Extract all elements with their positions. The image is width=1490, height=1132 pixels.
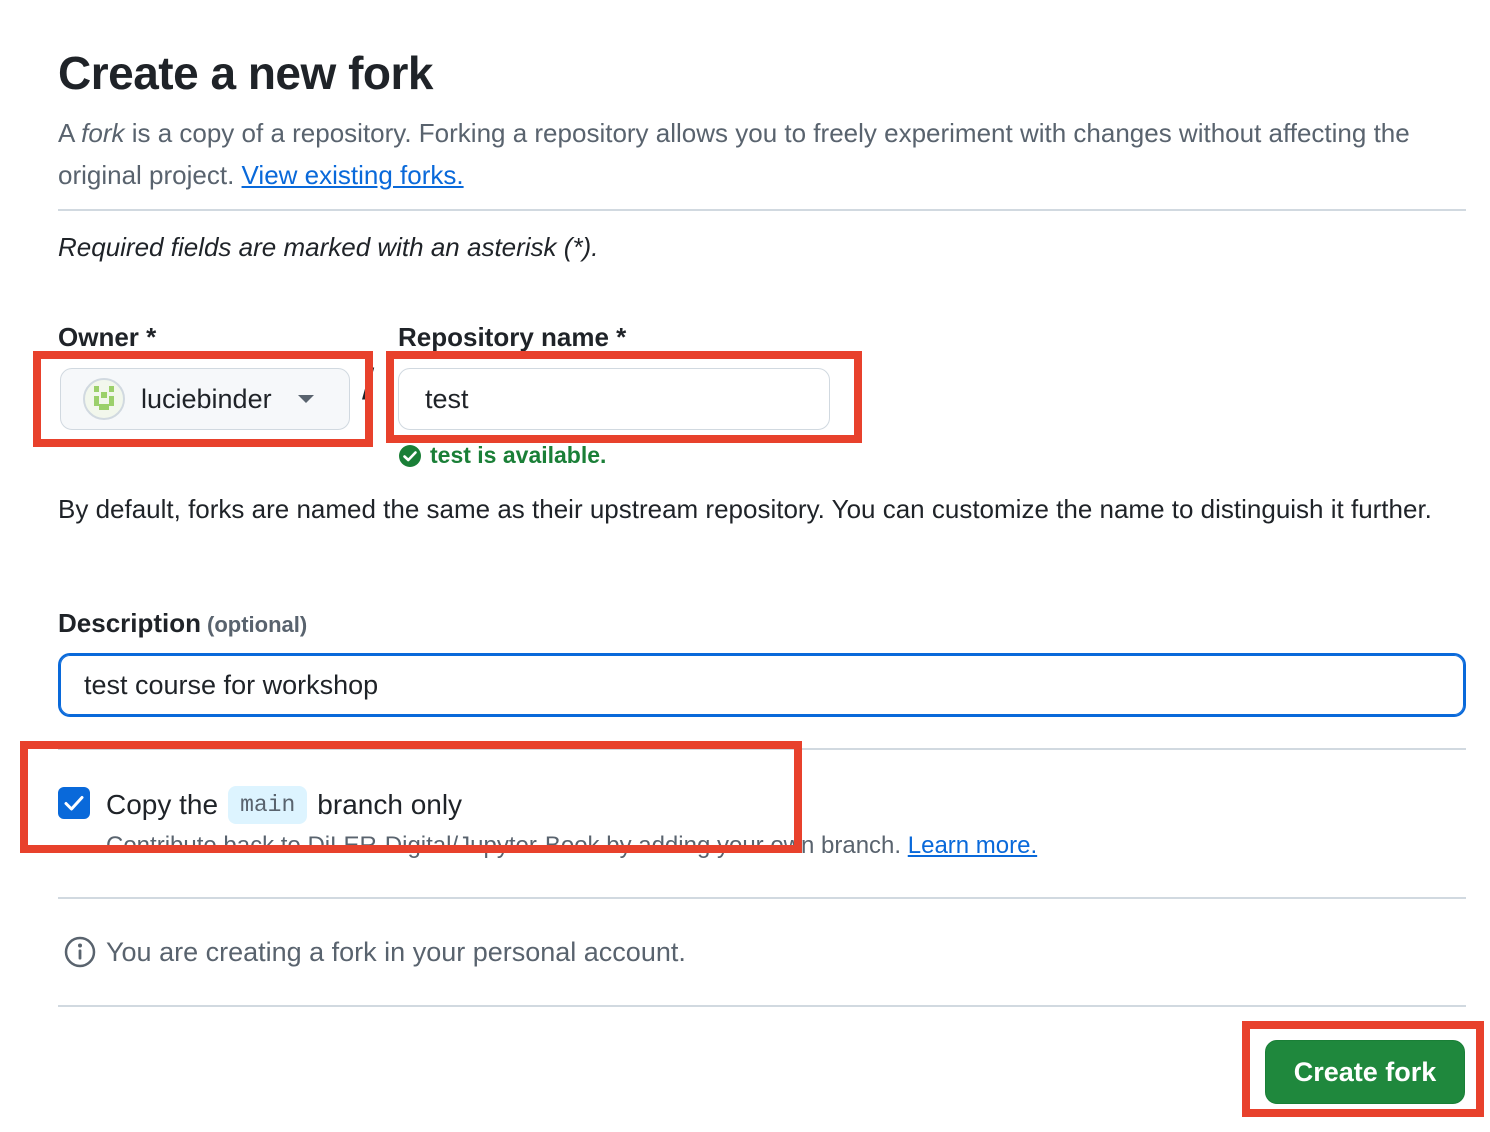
description-label-text: Description	[58, 608, 202, 638]
learn-more-link[interactable]: Learn more.	[908, 832, 1037, 859]
copy-branch-highlight-box	[20, 741, 802, 853]
availability-text: test is available.	[430, 442, 607, 468]
naming-note: By default, forks are named the same as …	[58, 494, 1432, 524]
intro-prefix: A	[58, 118, 82, 148]
optional-tag: (optional)	[207, 612, 308, 637]
info-icon	[64, 936, 96, 968]
intro-text: A fork is a copy of a repository. Forkin…	[58, 112, 1458, 196]
divider	[58, 209, 1466, 211]
create-fork-highlight-box	[1242, 1021, 1484, 1117]
availability-status: test is available.	[398, 442, 606, 469]
owner-label: Owner *	[58, 322, 157, 352]
divider	[58, 1005, 1466, 1007]
view-existing-forks-link[interactable]: View existing forks.	[242, 160, 464, 190]
description-input[interactable]: test course for workshop	[58, 653, 1466, 717]
required-fields-note: Required fields are marked with an aster…	[58, 232, 599, 262]
info-message-text: You are creating a fork in your personal…	[106, 936, 686, 967]
info-message: You are creating a fork in your personal…	[64, 936, 686, 968]
repository-name-label: Repository name *	[398, 322, 627, 352]
divider	[58, 897, 1466, 899]
owner-highlight-box	[33, 351, 373, 447]
intro-emphasis: fork	[81, 118, 125, 148]
description-label: Description (optional)	[58, 608, 307, 639]
check-circle-icon	[399, 444, 421, 467]
repository-name-highlight-box	[386, 351, 862, 443]
page-title: Create a new fork	[58, 47, 433, 99]
